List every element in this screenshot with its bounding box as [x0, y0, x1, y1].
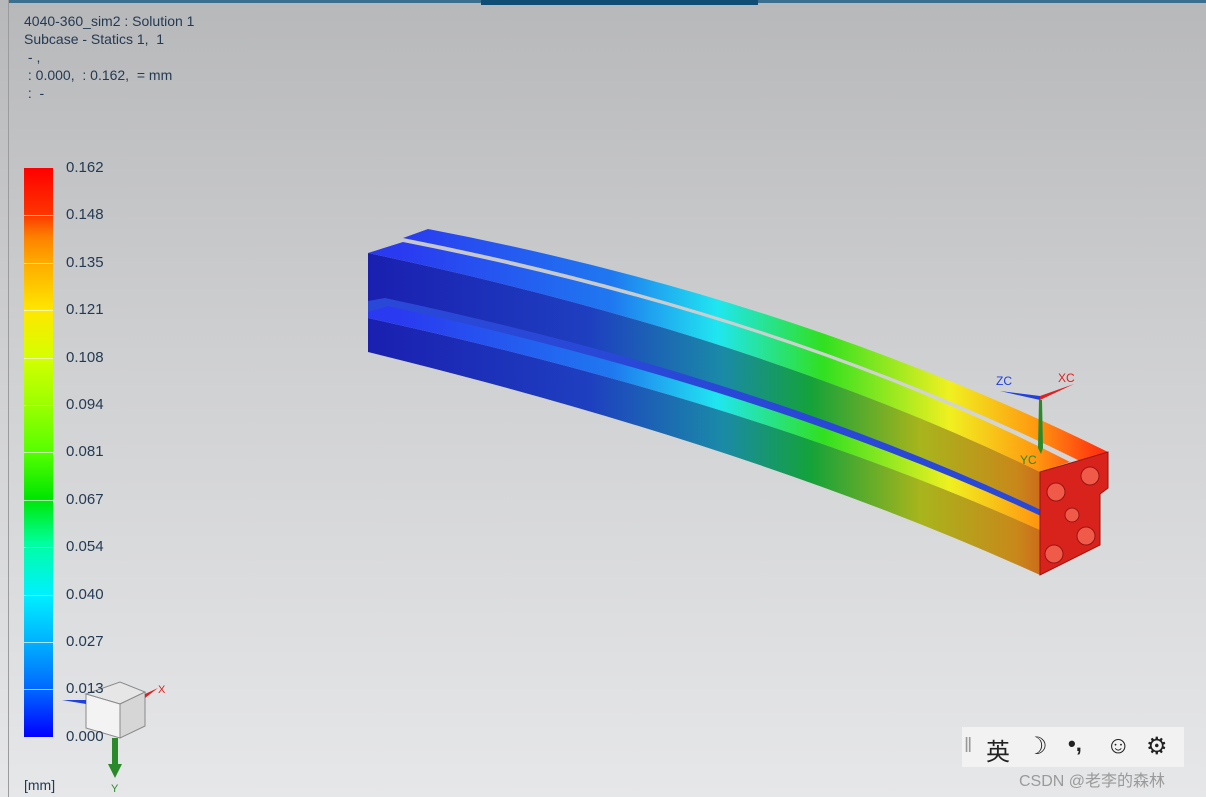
legend-value: 0.013: [66, 680, 104, 698]
moon-icon[interactable]: ☽: [1026, 732, 1048, 761]
legend-tick: [24, 452, 53, 453]
legend-tick: [24, 405, 53, 406]
zc-axis-label: ZC: [996, 374, 1012, 388]
legend-tick: [24, 263, 53, 264]
legend-value: 0.121: [66, 301, 104, 319]
legend-value: 0.067: [66, 490, 104, 508]
legend-tick: [24, 689, 53, 690]
legend-value: 0.027: [66, 633, 104, 650]
legend-value: 0.162: [66, 159, 104, 176]
legend-tick: [24, 547, 53, 548]
legend-value: 0.081: [66, 443, 104, 461]
ime-toolbar: ‖ 英 ☽ •, ☺ ⚙: [962, 727, 1184, 767]
legend-value: 0.108: [66, 348, 104, 366]
legend-tick: [24, 595, 53, 596]
legend-value: 0.054: [66, 538, 104, 556]
legend-tick: [24, 215, 53, 216]
legend-tick: [24, 310, 53, 311]
view-x-label: X: [158, 684, 166, 696]
punctuation-icon[interactable]: •,: [1068, 731, 1082, 757]
legend-tick: [24, 358, 53, 359]
toolbar-separator-icon: ‖: [964, 735, 973, 757]
legend-tick: [24, 500, 53, 501]
legend-value: 0.040: [66, 585, 104, 603]
fem-viewport[interactable]: ZC XC YC X Y: [0, 0, 1206, 797]
settings-gear-icon[interactable]: ⚙: [1146, 732, 1168, 761]
language-toggle[interactable]: 英: [986, 732, 1010, 767]
legend-value: 0.094: [66, 396, 104, 413]
legend-value: 0.000: [66, 727, 104, 745]
legend-value: 0.148: [66, 206, 104, 224]
watermark: CSDN @老李的森林: [1019, 773, 1166, 790]
view-y-label: Y: [111, 783, 119, 795]
beam-end-section: [1039, 451, 1109, 576]
legend-unit: [mm]: [24, 777, 56, 793]
yc-axis-label: YC: [1020, 453, 1037, 467]
emoji-icon[interactable]: ☺: [1106, 732, 1131, 760]
legend-tick: [24, 642, 53, 643]
legend-value: 0.135: [66, 253, 104, 271]
beam-model[interactable]: [368, 229, 1109, 576]
xc-axis-label: XC: [1058, 371, 1075, 385]
